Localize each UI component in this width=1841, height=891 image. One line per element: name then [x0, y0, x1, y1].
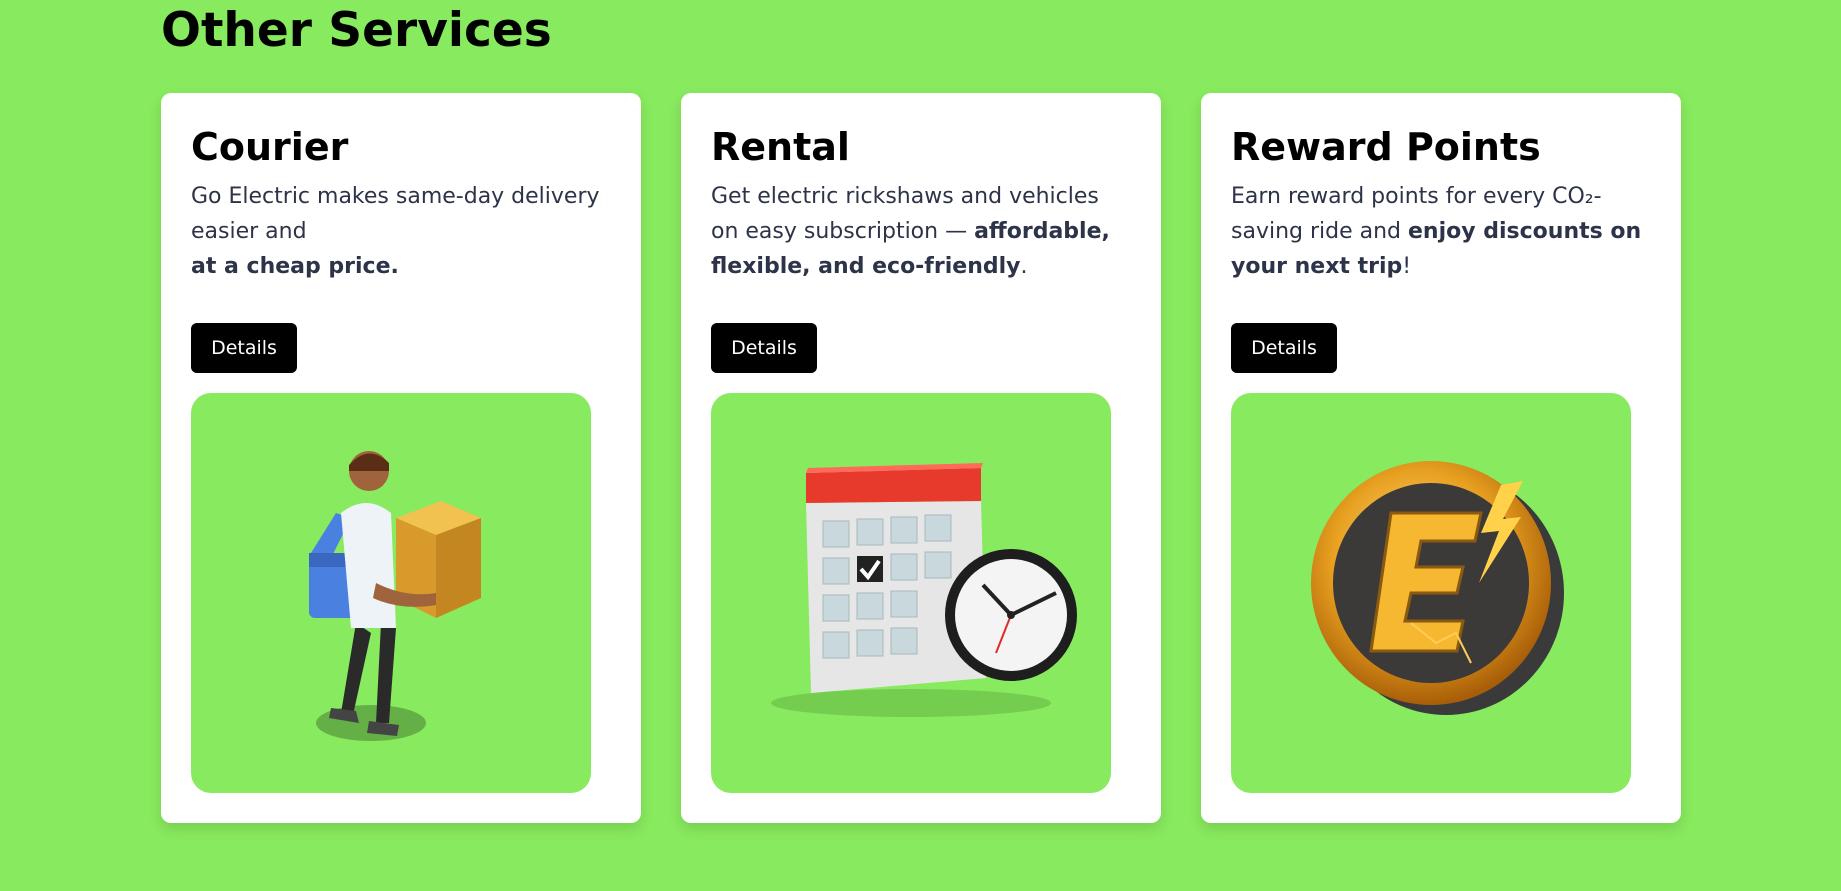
- reward-points-details-button[interactable]: Details: [1231, 323, 1337, 373]
- card-title: Rental: [711, 125, 850, 169]
- card-description: Get electric rickshaws and vehicles on e…: [711, 179, 1131, 284]
- rental-illustration: [711, 393, 1111, 793]
- calendar-clock-icon: [771, 463, 1077, 717]
- card-description: Go Electric makes same-day delivery easi…: [191, 179, 611, 284]
- card-description-text: Go Electric makes same-day delivery easi…: [191, 184, 600, 244]
- service-card-courier: Courier Go Electric makes same-day deliv…: [161, 93, 641, 823]
- card-description-tail: !: [1402, 254, 1412, 279]
- card-description: Earn reward points for every CO₂-saving …: [1231, 179, 1651, 284]
- gold-coin-icon: [1311, 461, 1564, 715]
- courier-person-icon: [309, 451, 481, 741]
- service-card-reward-points: Reward Points Earn reward points for eve…: [1201, 93, 1681, 823]
- card-description-tail: .: [1020, 254, 1028, 279]
- rental-details-button[interactable]: Details: [711, 323, 817, 373]
- service-card-rental: Rental Get electric rickshaws and vehicl…: [681, 93, 1161, 823]
- card-title: Courier: [191, 125, 349, 169]
- card-title: Reward Points: [1231, 125, 1541, 169]
- courier-illustration: [191, 393, 591, 793]
- reward-illustration: [1231, 393, 1631, 793]
- other-services-section: Other Services Courier Go Electric makes…: [0, 0, 1841, 891]
- courier-details-button[interactable]: Details: [191, 323, 297, 373]
- card-description-emphasis: at a cheap price.: [191, 254, 399, 279]
- section-title: Other Services: [161, 3, 552, 58]
